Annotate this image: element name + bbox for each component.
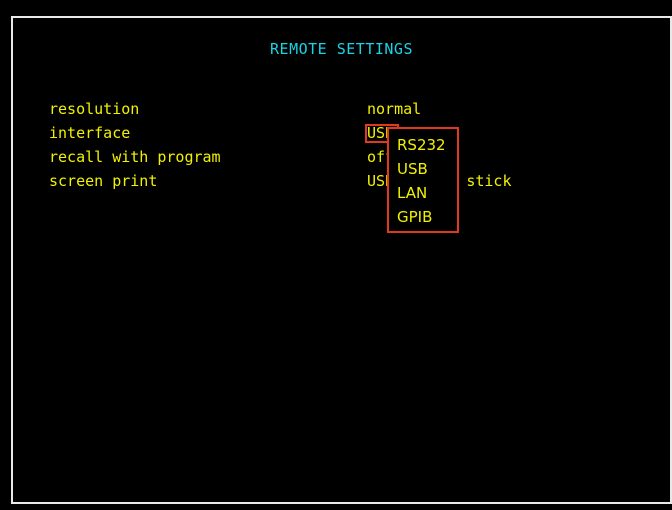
dropdown-option-usb[interactable]: USB — [397, 157, 457, 181]
page-title: REMOTE SETTINGS — [270, 40, 413, 58]
instrument-display-frame: REMOTE SETTINGS resolution interface rec… — [0, 0, 672, 510]
remote-settings-screen: REMOTE SETTINGS resolution interface rec… — [11, 16, 672, 504]
dropdown-option-rs232[interactable]: RS232 — [397, 133, 457, 157]
dropdown-option-lan[interactable]: LAN — [397, 181, 457, 205]
interface-dropdown[interactable]: RS232 USB LAN GPIB — [387, 127, 459, 233]
setting-value-resolution[interactable]: normal — [367, 100, 421, 118]
setting-label-resolution: resolution — [49, 100, 140, 118]
setting-label-interface: interface — [49, 124, 131, 142]
setting-label-screen-print: screen print — [49, 172, 158, 190]
setting-label-recall-with-program: recall with program — [49, 148, 221, 166]
dropdown-option-gpib[interactable]: GPIB — [397, 205, 457, 229]
